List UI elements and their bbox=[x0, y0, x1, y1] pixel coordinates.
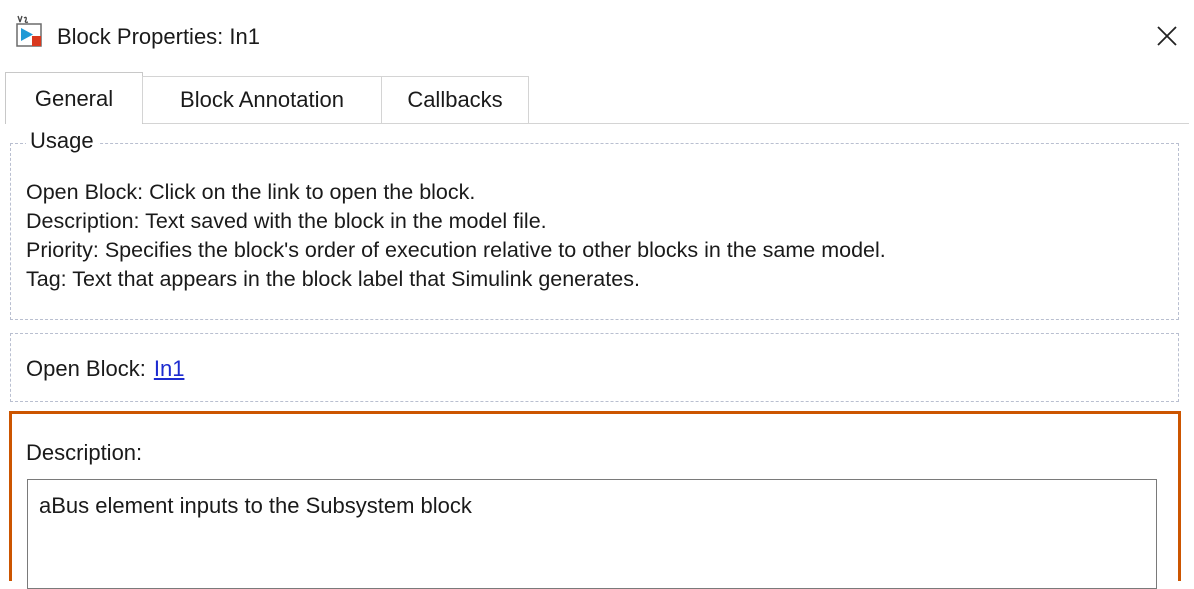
title-bar: Block Properties: In1 bbox=[0, 0, 1194, 72]
tab-callbacks[interactable]: Callbacks bbox=[381, 76, 529, 123]
usage-line-tag: Tag: Text that appears in the block labe… bbox=[26, 267, 640, 291]
simulink-block-icon bbox=[16, 15, 42, 47]
close-icon bbox=[1157, 26, 1177, 46]
usage-line-priority: Priority: Specifies the block's order of… bbox=[26, 238, 886, 262]
open-block-link[interactable]: In1 bbox=[154, 356, 185, 381]
open-block-row: Open Block: In1 bbox=[26, 356, 184, 382]
close-button[interactable] bbox=[1150, 19, 1184, 53]
open-block-label: Open Block: bbox=[26, 356, 146, 381]
open-block-group bbox=[10, 333, 1179, 402]
description-label: Description: bbox=[26, 440, 143, 465]
usage-line-description: Description: Text saved with the block i… bbox=[26, 209, 547, 233]
tab-bar: General Block Annotation Callbacks bbox=[0, 72, 1194, 124]
tab-general[interactable]: General bbox=[5, 72, 143, 124]
usage-text: Open Block: Click on the link to open th… bbox=[26, 178, 886, 294]
tab-block-annotation[interactable]: Block Annotation bbox=[142, 76, 382, 123]
usage-line-open-block: Open Block: Click on the link to open th… bbox=[26, 180, 476, 204]
usage-legend: Usage bbox=[26, 128, 98, 154]
description-field[interactable]: aBus element inputs to the Subsystem blo… bbox=[27, 479, 1157, 589]
window-title: Block Properties: In1 bbox=[57, 24, 260, 49]
tab-divider bbox=[143, 123, 1189, 124]
